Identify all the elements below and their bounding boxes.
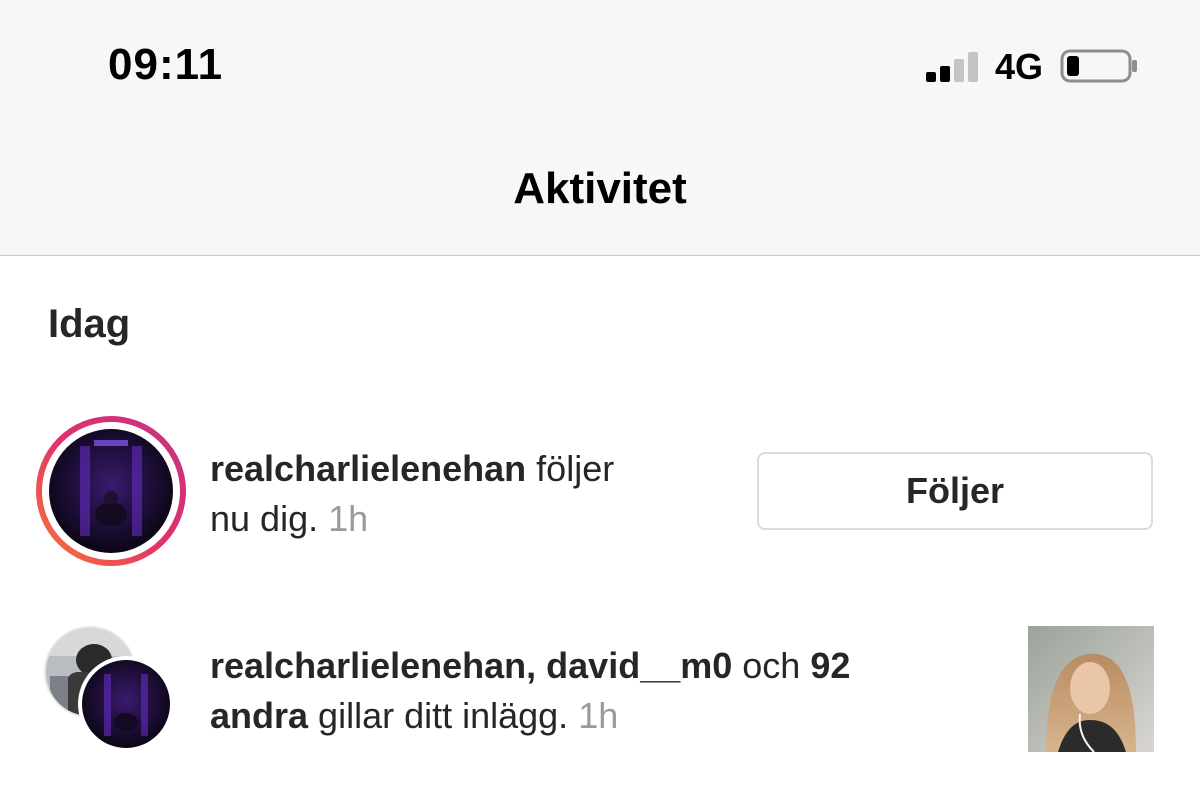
notification-timestamp: 1h — [568, 695, 619, 736]
usernames-link[interactable]: realcharlielenehan, david__m0 — [210, 645, 732, 686]
likes-count[interactable]: 92 — [810, 645, 850, 686]
avatar-front[interactable] — [78, 656, 174, 752]
notification-timestamp: 1h — [318, 498, 369, 539]
notification-action: gillar ditt inlägg. — [308, 695, 569, 736]
username-link[interactable]: realcharlielenehan — [210, 448, 526, 489]
others-link[interactable]: andra — [210, 695, 308, 736]
likes-notification-text: realcharlielenehan, david__m0 och 92 and… — [210, 641, 850, 741]
follow-notification-text: realcharlielenehan följer nu dig. 1h — [210, 444, 614, 544]
post-thumbnail[interactable] — [1028, 626, 1154, 752]
battery-icon — [1060, 49, 1137, 83]
network-type: 4G — [995, 46, 1044, 87]
status-time: 09:11 — [108, 40, 224, 89]
following-button[interactable]: Följer — [757, 452, 1153, 530]
page-title: Aktivitet — [513, 164, 687, 213]
avatar-with-story-ring[interactable] — [36, 416, 186, 566]
notification-connector: och — [732, 645, 811, 686]
cellular-signal-icon — [926, 52, 978, 82]
story-ring-icon — [36, 416, 186, 566]
notification-action: följer — [526, 448, 615, 489]
top-header: 09:11 4G Aktivitet — [0, 0, 1200, 256]
notification-action-line2: nu dig. — [210, 498, 319, 539]
section-label-today: Idag — [48, 302, 131, 346]
